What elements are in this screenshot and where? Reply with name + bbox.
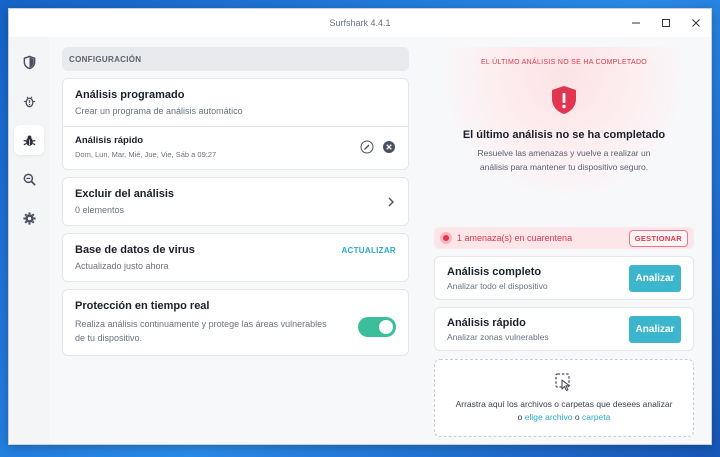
update-database-button[interactable]: ACTUALIZAR [341, 246, 396, 255]
close-window-button[interactable] [681, 9, 711, 37]
full-scan-button[interactable]: Analizar [629, 264, 681, 292]
exclude-scan-card[interactable]: Excluir del análisis 0 elementos [62, 177, 409, 226]
delete-schedule-button[interactable] [382, 140, 396, 154]
database-subtitle: Actualizado justo ahora [75, 261, 169, 271]
sidebar [9, 37, 49, 444]
remove-circle-icon [383, 141, 395, 153]
sidebar-item-alert[interactable] [14, 86, 44, 116]
quick-scan-button[interactable]: Analizar [629, 315, 681, 343]
window-title: Surfshark 4.4.1 [329, 18, 391, 28]
realtime-title: Protección en tiempo real [75, 300, 210, 312]
minimize-button[interactable] [621, 9, 651, 37]
scheduled-scan-subtitle: Crear un programa de análisis automático [75, 106, 243, 116]
exclude-subtitle: 0 elementos [75, 205, 125, 215]
database-title: Base de datos de virus [75, 244, 195, 256]
quick-scan-subtitle: Analizar zonas vulnerables [447, 331, 549, 342]
scheduled-scan-title: Análisis programado [75, 89, 185, 101]
status-label: EL ÚLTIMO ANÁLISIS NO SE HA COMPLETADO [480, 59, 648, 66]
realtime-protection-card: Protección en tiempo real Realiza anális… [62, 289, 409, 356]
drop-zone-or-2: o [574, 412, 580, 422]
threat-dot-icon [440, 232, 452, 244]
quick-scan-card: Análisis rápido Analizar zonas vulnerabl… [434, 307, 694, 351]
quarantine-bar: 1 amenaza(s) en cuarentena GESTIONAR [434, 227, 694, 249]
quick-scan-title: Análisis rápido [447, 316, 526, 329]
chevron-right-icon [388, 197, 394, 206]
scheduled-scan-card[interactable]: Análisis programado Crear un programa de… [62, 78, 409, 170]
maximize-icon [662, 19, 670, 27]
config-panel: CONFIGURACIÓN Análisis programado Crear … [62, 47, 409, 356]
exclude-title: Excluir del análisis [75, 188, 175, 200]
sidebar-item-search[interactable] [14, 164, 44, 194]
search-icon [23, 173, 36, 186]
file-drop-zone[interactable]: Arrastra aquí los archivos o carpetas qu… [434, 359, 694, 437]
status-description: Resuelve las amenazas y vuelve a realiza… [477, 148, 651, 172]
sidebar-item-antivirus[interactable] [14, 125, 44, 155]
virus-database-card: Base de datos de virus ACTUALIZAR Actual… [62, 233, 409, 282]
quarantine-text: 1 amenaza(s) en cuarentena [457, 233, 573, 243]
alert-bug-icon [23, 96, 35, 107]
app-window: Surfshark 4.4.1 CONFIGURACIÓN Análisis p… [8, 8, 712, 445]
config-header: CONFIGURACIÓN [62, 47, 409, 71]
full-scan-card: Análisis completo Analizar todo el dispo… [434, 256, 694, 300]
full-scan-subtitle: Analizar todo el dispositivo [447, 280, 548, 291]
shield-icon [23, 55, 35, 69]
scheduled-item-title: Análisis rápido [75, 135, 144, 146]
sidebar-item-vpn[interactable] [14, 47, 44, 77]
scheduled-scan-item: Análisis rápido Dom, Lun, Mar, Mié, Jue,… [75, 127, 396, 159]
scan-panel: EL ÚLTIMO ANÁLISIS NO SE HA COMPLETADO E… [434, 47, 694, 437]
drop-zone-instruction: Arrastra aquí los archivos o carpetas qu… [455, 399, 673, 409]
gear-icon [22, 211, 36, 225]
choose-file-link[interactable]: elige archivo [525, 412, 573, 422]
title-bar: Surfshark 4.4.1 [9, 9, 711, 37]
minimize-icon [632, 22, 640, 24]
main-content: CONFIGURACIÓN Análisis programado Crear … [49, 37, 711, 444]
toggle-knob [379, 320, 393, 334]
sidebar-item-settings[interactable] [14, 203, 44, 233]
edit-schedule-button[interactable] [360, 140, 374, 154]
drop-zone-text: Arrastra aquí los archivos o carpetas qu… [456, 398, 673, 424]
pencil-icon [360, 140, 374, 154]
full-scan-title: Análisis completo [447, 265, 542, 278]
realtime-protection-toggle[interactable] [358, 317, 396, 337]
drag-drop-icon [555, 373, 571, 392]
manage-threats-button[interactable]: GESTIONAR [628, 229, 688, 247]
close-icon [692, 19, 700, 27]
window-controls [621, 9, 711, 37]
drop-zone-or-1: o [517, 412, 523, 422]
maximize-button[interactable] [651, 9, 681, 37]
status-title: El último análisis no se ha completado [462, 129, 666, 141]
realtime-subtitle: Realiza análisis continuamente y protege… [75, 319, 327, 343]
warning-shield-icon [552, 86, 576, 114]
bug-icon [23, 134, 35, 146]
scan-status: EL ÚLTIMO ANÁLISIS NO SE HA COMPLETADO E… [434, 47, 694, 209]
choose-folder-link[interactable]: carpeta [582, 412, 610, 422]
scheduled-item-days: Dom, Lun, Mar, Mié, Jue, Vie, Sáb a 09:2… [75, 150, 217, 159]
scheduled-item-actions [360, 140, 396, 154]
